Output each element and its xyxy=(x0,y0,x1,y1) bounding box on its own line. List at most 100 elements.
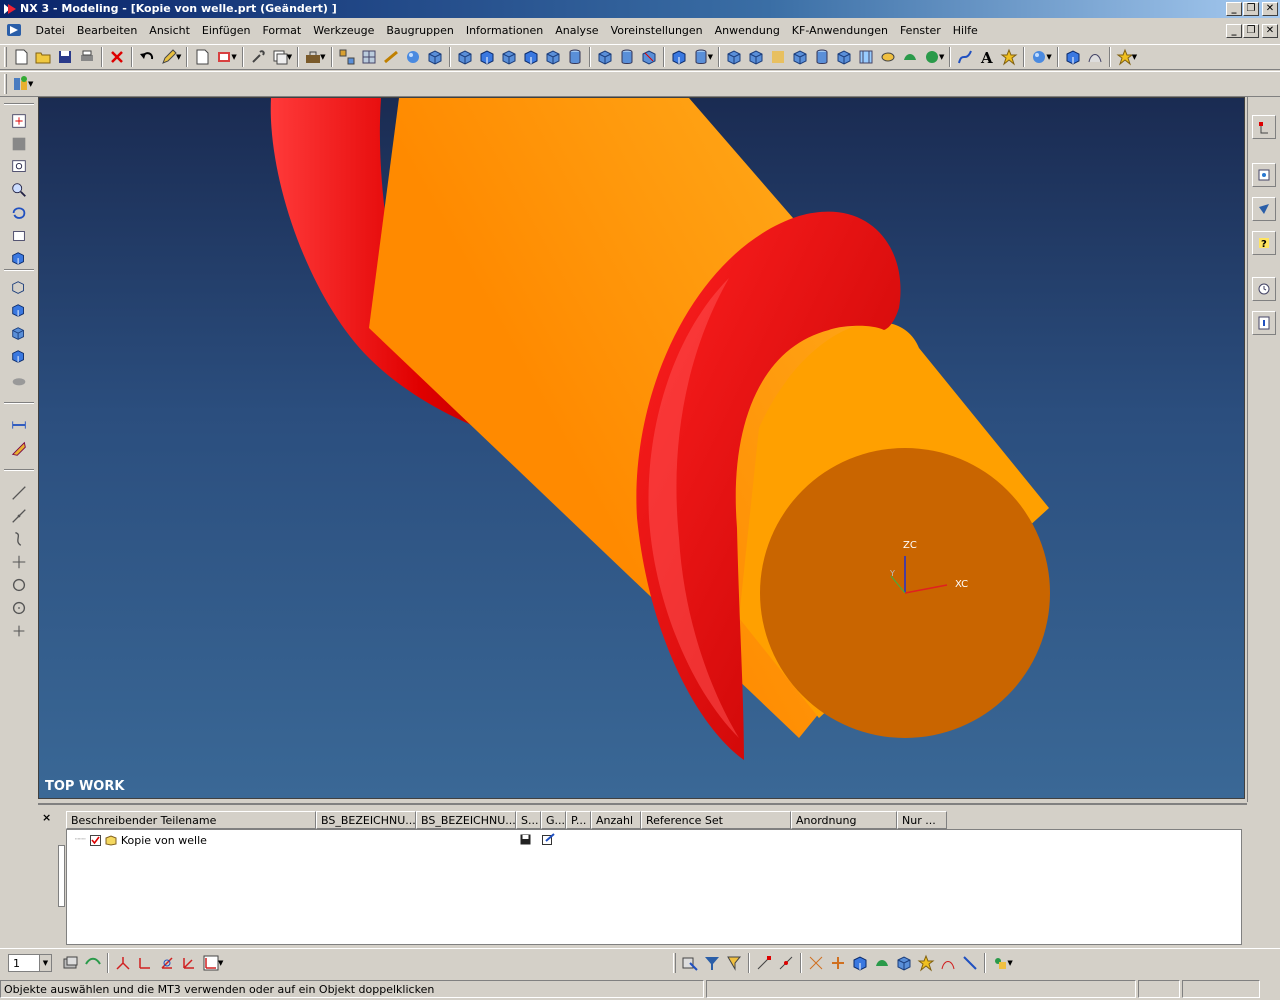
type-filter-icon[interactable] xyxy=(701,952,723,974)
chevron-down-icon[interactable]: ▼ xyxy=(218,959,223,967)
menu-item-7[interactable]: Informationen xyxy=(460,20,549,42)
help-tab-icon[interactable]: ? xyxy=(1252,231,1276,255)
clone-icon[interactable] xyxy=(402,46,424,68)
sew-icon[interactable] xyxy=(833,46,855,68)
doc-minimize-button[interactable]: _ xyxy=(1226,24,1242,38)
solid-view-icon[interactable] xyxy=(9,301,29,321)
analysis-icon[interactable] xyxy=(954,46,976,68)
shaded-edges-icon[interactable] xyxy=(9,347,29,367)
navigator-scrollbar[interactable] xyxy=(58,845,65,907)
view-icon[interactable] xyxy=(1062,46,1084,68)
snap-point-icon[interactable] xyxy=(893,952,915,974)
detail-filter-icon[interactable] xyxy=(723,952,745,974)
cone-icon[interactable] xyxy=(498,46,520,68)
orient-icon[interactable] xyxy=(1084,46,1106,68)
snap-tangent-icon[interactable] xyxy=(937,952,959,974)
replace-icon[interactable] xyxy=(424,46,446,68)
wcs-origin-icon[interactable] xyxy=(134,952,156,974)
chevron-down-icon[interactable]: ▼ xyxy=(320,53,325,61)
arc-icon[interactable] xyxy=(9,506,29,526)
ruler-icon[interactable] xyxy=(9,439,29,459)
navigator-close-button[interactable]: × xyxy=(42,811,51,824)
slot-icon[interactable] xyxy=(638,46,660,68)
intersect-icon[interactable] xyxy=(767,46,789,68)
menu-item-9[interactable]: Voreinstellungen xyxy=(605,20,709,42)
selection-filter-icon[interactable] xyxy=(679,952,701,974)
perspective-icon[interactable] xyxy=(9,249,29,269)
open-icon[interactable] xyxy=(32,46,54,68)
column-header-5[interactable]: P... xyxy=(566,811,591,829)
column-header-0[interactable]: Beschreibender Teilename xyxy=(66,811,316,829)
cylinder-icon[interactable] xyxy=(476,46,498,68)
chevron-down-icon[interactable]: ▼ xyxy=(939,53,944,61)
column-header-1[interactable]: BS_BEZEICHNU... xyxy=(316,811,416,829)
chevron-down-icon[interactable]: ▼ xyxy=(39,955,51,971)
rotate-icon[interactable] xyxy=(9,203,29,223)
sphere-feature-icon[interactable] xyxy=(520,46,542,68)
new-icon[interactable] xyxy=(10,46,32,68)
zoom-icon[interactable] xyxy=(9,180,29,200)
tree-row[interactable]: ┈┈ Kopie von welle xyxy=(75,833,207,847)
spline-icon[interactable] xyxy=(9,529,29,549)
delete-icon[interactable] xyxy=(106,46,128,68)
circle-center-icon[interactable] xyxy=(9,598,29,618)
wireframe-icon[interactable] xyxy=(9,278,29,298)
toolbar-grip[interactable] xyxy=(4,47,7,67)
snap-quadrant-icon[interactable] xyxy=(871,952,893,974)
chevron-down-icon[interactable]: ▼ xyxy=(708,53,713,61)
block-icon[interactable] xyxy=(454,46,476,68)
shell-icon[interactable] xyxy=(899,46,921,68)
layer-settings-icon[interactable] xyxy=(60,952,82,974)
minimize-button[interactable]: _ xyxy=(1226,2,1242,16)
doc-restore-button[interactable]: ❐ xyxy=(1243,24,1259,38)
table-icon[interactable] xyxy=(358,46,380,68)
dimension-icon[interactable] xyxy=(998,46,1020,68)
cross-icon[interactable] xyxy=(9,621,29,641)
save-icon[interactable] xyxy=(54,46,76,68)
split-icon[interactable] xyxy=(811,46,833,68)
wcs-orient-icon[interactable] xyxy=(178,952,200,974)
pan-icon[interactable] xyxy=(9,226,29,246)
measure-distance-icon[interactable] xyxy=(9,415,29,435)
column-header-4[interactable]: G... xyxy=(541,811,566,829)
menu-item-11[interactable]: KF-Anwendungen xyxy=(786,20,894,42)
chevron-down-icon[interactable]: ▼ xyxy=(231,53,236,61)
menu-item-6[interactable]: Baugruppen xyxy=(380,20,459,42)
column-header-2[interactable]: BS_BEZEICHNU... xyxy=(416,811,516,829)
menu-item-13[interactable]: Hilfe xyxy=(947,20,984,42)
model-view[interactable]: ZC XC Y xyxy=(39,98,1245,799)
zoom-window-icon[interactable] xyxy=(9,157,29,177)
snap-intersect-icon[interactable] xyxy=(827,952,849,974)
snap-onpoint-icon[interactable] xyxy=(959,952,981,974)
wcs-rotate-icon[interactable] xyxy=(156,952,178,974)
column-header-7[interactable]: Reference Set xyxy=(641,811,791,829)
document-icon[interactable] xyxy=(6,23,22,37)
menu-item-3[interactable]: Einfügen xyxy=(196,20,257,42)
chevron-down-icon[interactable]: ▼ xyxy=(287,53,292,61)
menu-item-12[interactable]: Fenster xyxy=(894,20,947,42)
pad-icon[interactable] xyxy=(616,46,638,68)
column-header-6[interactable]: Anzahl xyxy=(591,811,641,829)
column-header-8[interactable]: Anordnung xyxy=(791,811,897,829)
clock-tab-icon[interactable] xyxy=(1252,277,1276,301)
menu-item-10[interactable]: Anwendung xyxy=(709,20,786,42)
hidden-edges-icon[interactable] xyxy=(9,324,29,344)
layer-visible-icon[interactable] xyxy=(82,952,104,974)
work-layer-select[interactable]: 1 ▼ xyxy=(8,954,52,972)
snap-existing-icon[interactable] xyxy=(915,952,937,974)
groove-icon[interactable] xyxy=(668,46,690,68)
circle-icon[interactable] xyxy=(9,575,29,595)
snap-control-icon[interactable] xyxy=(805,952,827,974)
print-icon[interactable] xyxy=(76,46,98,68)
close-button[interactable]: ✕ xyxy=(1262,2,1278,16)
hole-icon[interactable] xyxy=(542,46,564,68)
sheet-icon[interactable] xyxy=(191,46,213,68)
line-icon[interactable] xyxy=(9,483,29,503)
shaded-view-icon[interactable] xyxy=(9,134,29,154)
reuse-tab-icon[interactable] xyxy=(1252,197,1276,221)
subtract-icon[interactable] xyxy=(745,46,767,68)
transform-icon[interactable] xyxy=(247,46,269,68)
snap-center-icon[interactable] xyxy=(849,952,871,974)
pocket-icon[interactable] xyxy=(594,46,616,68)
menu-item-0[interactable]: Datei xyxy=(30,20,71,42)
